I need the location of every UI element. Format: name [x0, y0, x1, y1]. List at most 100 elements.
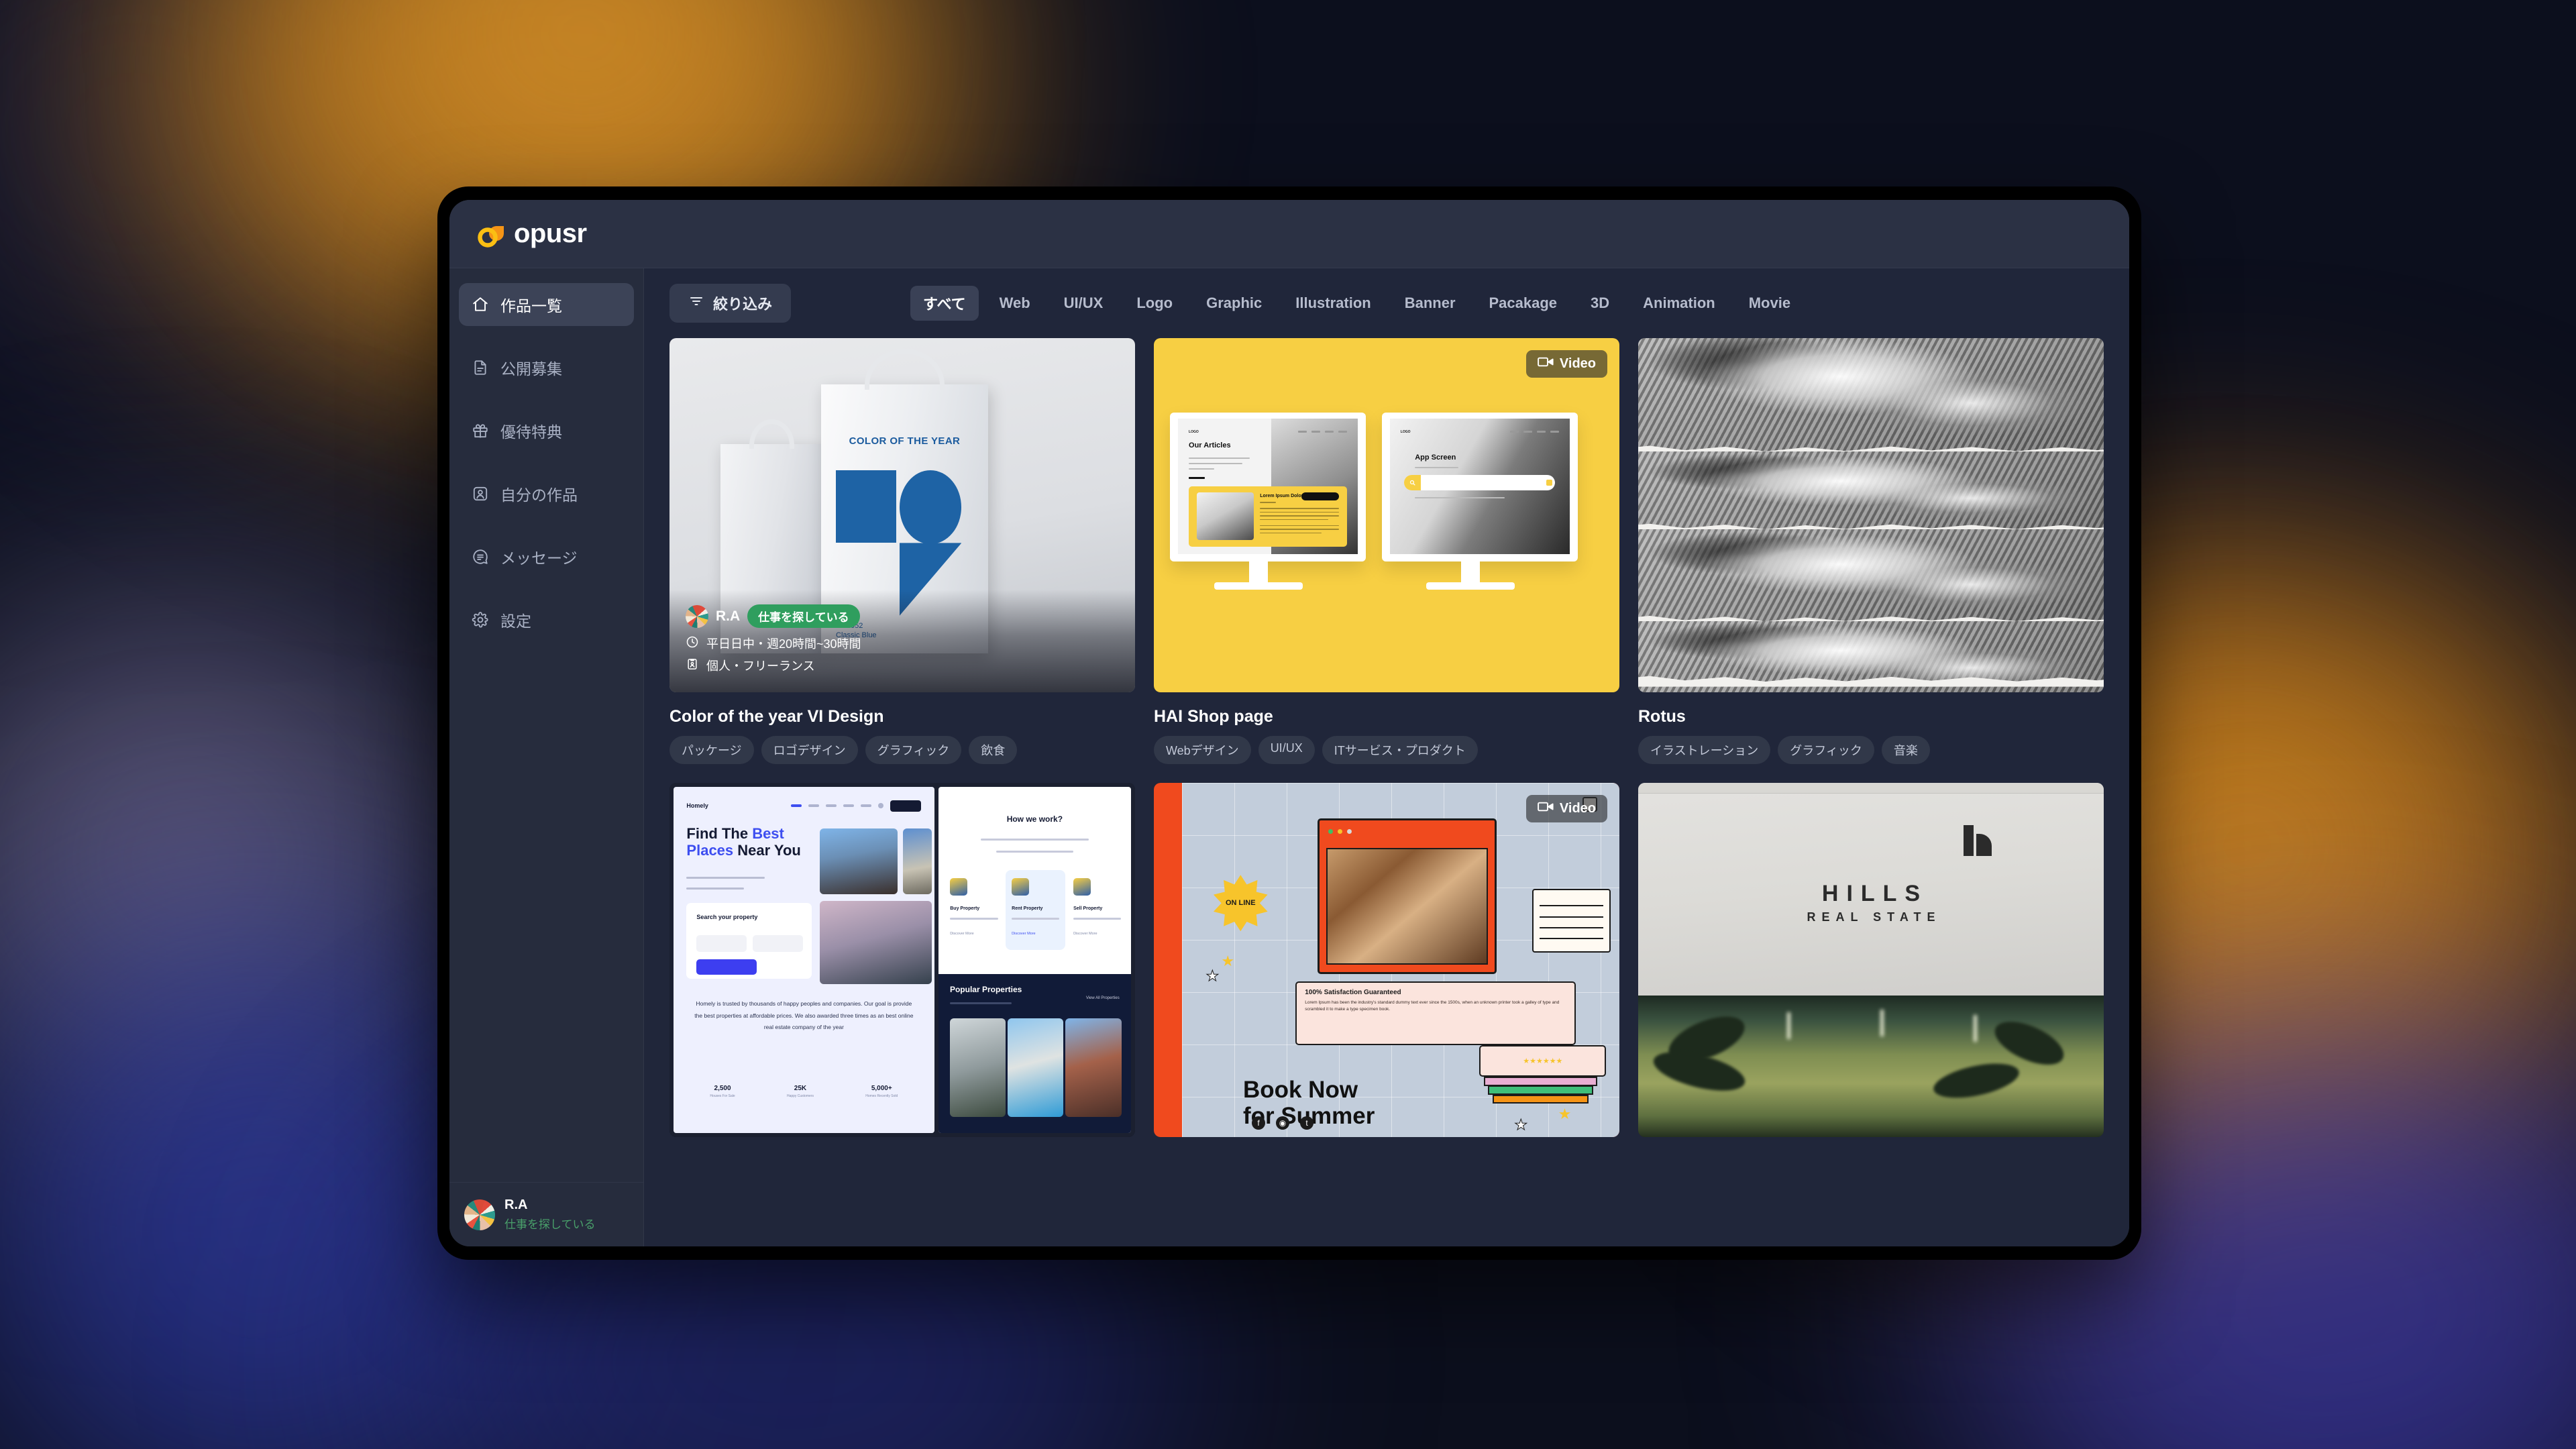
sidebar-item-benefits[interactable]: 優待特典	[459, 409, 634, 452]
video-camera-icon	[1538, 801, 1554, 816]
mockup-body-copy: Homely is trusted by thousands of happy …	[694, 1000, 914, 1031]
mockup-feature-title: Buy Property	[950, 906, 980, 912]
work-card[interactable]: Rotus イラストレーション グラフィック 音楽	[1638, 338, 2104, 764]
sidebar-item-my-works[interactable]: 自分の作品	[459, 472, 634, 515]
mockup-section-link: View All Properties	[1085, 996, 1120, 1000]
tag[interactable]: イラストレーション	[1638, 736, 1771, 764]
work-card[interactable]: LOGO Our Articles Lorem Ipsum Dolor Sit …	[1154, 338, 1619, 764]
tag[interactable]: 飲食	[969, 736, 1018, 764]
tag[interactable]: グラフィック	[1778, 736, 1874, 764]
sidebar: 作品一覧 公開募集 優待特典 自分の作品 メッセージ 設定 R.A 仕事を探して…	[449, 268, 644, 1246]
clock-icon	[686, 635, 699, 652]
hills-monogram-icon	[1964, 825, 1992, 857]
profile-name: R.A	[504, 1197, 528, 1212]
work-thumbnail[interactable]: LOGO Our Articles Lorem Ipsum Dolor Sit …	[1154, 338, 1619, 692]
tab-movie[interactable]: Movie	[1736, 288, 1803, 319]
work-thumbnail[interactable]	[1638, 338, 2104, 692]
poster-headline-1: Book Now	[1242, 1077, 1358, 1104]
work-thumbnail[interactable]: Homely Find The Best Places Near You Sea…	[669, 783, 1135, 1137]
tag[interactable]: グラフィック	[865, 736, 962, 764]
tag[interactable]: Webデザイン	[1154, 736, 1251, 764]
online-star-badge: ON LINE	[1213, 875, 1268, 932]
mockup-stat-label: Happy Customers	[786, 1093, 814, 1098]
work-card[interactable]: COLOR OF THE YEAR 19-4052 Classic Blue	[669, 338, 1135, 764]
mockup-logo: LOGO	[1400, 429, 1411, 434]
works-grid: COLOR OF THE YEAR 19-4052 Classic Blue	[644, 338, 2129, 1246]
bag-title: COLOR OF THE YEAR	[849, 435, 961, 447]
tab-graphic[interactable]: Graphic	[1193, 288, 1275, 319]
dual-monitor-mockup-artwork: LOGO Our Articles Lorem Ipsum Dolor Sit …	[1154, 338, 1619, 692]
tag[interactable]: ITサービス・プロダクト	[1322, 736, 1478, 764]
sidebar-item-label: 作品一覧	[500, 297, 562, 315]
video-badge-label: Video	[1559, 801, 1596, 816]
sidebar-item-messages[interactable]: メッセージ	[459, 535, 634, 578]
tab-uiux[interactable]: UI/UX	[1051, 288, 1116, 319]
mockup-section-title: Popular Properties	[949, 985, 1022, 995]
tag[interactable]: 音楽	[1881, 736, 1930, 764]
mockup-headline-2: Places	[686, 842, 734, 859]
work-card[interactable]: HILLS REAL STATE	[1638, 783, 2104, 1137]
tab-animation[interactable]: Animation	[1630, 288, 1728, 319]
tag[interactable]: UI/UX	[1258, 736, 1315, 764]
work-thumbnail[interactable]: ON LINE ★ ★ ★ ★ 100% Satisfaction Guaran…	[1154, 783, 1619, 1137]
sidebar-item-works[interactable]: 作品一覧	[459, 283, 634, 326]
work-thumbnail[interactable]: COLOR OF THE YEAR 19-4052 Classic Blue	[669, 338, 1135, 692]
opusr-leaf-circle-logo-icon	[476, 219, 507, 250]
mockup-section-title: How we work?	[1006, 814, 1063, 824]
mockup-stat-label: Homes Recently Sold	[865, 1093, 898, 1098]
facebook-icon[interactable]: f	[1252, 1116, 1265, 1130]
id-card-icon	[686, 657, 699, 674]
note-title: 100% Satisfaction Guaranteed	[1305, 988, 1401, 996]
mockup-stat-value: 2,500	[714, 1084, 731, 1092]
mockup-stat-value: 25K	[794, 1084, 807, 1092]
mockup-logo: LOGO	[1189, 429, 1199, 434]
message-icon	[471, 547, 490, 566]
sidebar-item-label: 公開募集	[500, 360, 562, 378]
avatar	[464, 1199, 495, 1230]
tab-3d[interactable]: 3D	[1578, 288, 1622, 319]
app-logo[interactable]: opusr	[476, 219, 587, 250]
mockup-feature-link: Discover More	[950, 932, 974, 936]
app-logo-text: opusr	[514, 219, 587, 248]
tab-web[interactable]: Web	[987, 288, 1043, 319]
rating-badge: ★★★★★★	[1479, 1044, 1607, 1077]
sidebar-item-settings[interactable]: 設定	[459, 598, 634, 641]
work-card[interactable]: Homely Find The Best Places Near You Sea…	[669, 783, 1135, 1137]
filter-button[interactable]: 絞り込み	[669, 284, 792, 323]
toolbar: 絞り込み すべて Web UI/UX Logo Graphic Illustra…	[644, 268, 2129, 338]
tab-logo[interactable]: Logo	[1124, 288, 1185, 319]
note-body: Lorem Ipsum has been the industry's stan…	[1305, 1000, 1560, 1012]
sidebar-profile[interactable]: R.A 仕事を探している	[449, 1182, 643, 1246]
twitter-icon[interactable]: t	[1300, 1116, 1313, 1130]
social-icons: f ◉ t	[1252, 1116, 1313, 1130]
sidebar-item-label: 優待特典	[500, 423, 562, 441]
overlay-worktype: 個人・フリーランス	[706, 659, 815, 673]
work-card[interactable]: ON LINE ★ ★ ★ ★ 100% Satisfaction Guaran…	[1154, 783, 1619, 1137]
tag[interactable]: パッケージ	[669, 736, 754, 764]
video-badge: Video	[1525, 795, 1607, 822]
signage-photo-artwork: HILLS REAL STATE	[1638, 783, 2104, 1137]
overlay-availability: 平日日中・週20時間~30時間	[706, 637, 861, 651]
tag[interactable]: ロゴデザイン	[761, 736, 858, 764]
summer-booking-poster-artwork: ON LINE ★ ★ ★ ★ 100% Satisfaction Guaran…	[1154, 783, 1619, 1137]
main-content: 絞り込み すべて Web UI/UX Logo Graphic Illustra…	[644, 268, 2129, 1246]
work-overlay: R.A 仕事を探している 平日日中・週20時間~30時間 個人・フリーランス	[669, 590, 1135, 692]
work-title: HAI Shop page	[1154, 707, 1273, 726]
mockup-stat-label: Houses For Sale	[710, 1093, 735, 1098]
overlay-author: R.A	[716, 608, 741, 624]
sidebar-item-open-calls[interactable]: 公開募集	[459, 346, 634, 389]
video-badge: Video	[1525, 350, 1607, 378]
work-thumbnail[interactable]: HILLS REAL STATE	[1638, 783, 2104, 1137]
avatar	[686, 604, 708, 628]
mockup-feature-title: Rent Property	[1012, 906, 1043, 912]
work-title: Color of the year VI Design	[669, 707, 884, 726]
tab-package[interactable]: Pacakage	[1477, 288, 1570, 319]
gift-icon	[471, 421, 490, 440]
tab-all[interactable]: すべて	[910, 286, 979, 321]
mockup-headline-3: Near You	[733, 842, 801, 859]
tab-banner[interactable]: Banner	[1392, 288, 1468, 319]
instagram-icon[interactable]: ◉	[1276, 1116, 1289, 1130]
app-window: opusr 作品一覧 公開募集 優待特典 自分の作品 メッセージ 設定 R.A …	[449, 200, 2129, 1246]
tab-illustration[interactable]: Illustration	[1283, 288, 1383, 319]
status-badge: 仕事を探している	[747, 604, 860, 628]
